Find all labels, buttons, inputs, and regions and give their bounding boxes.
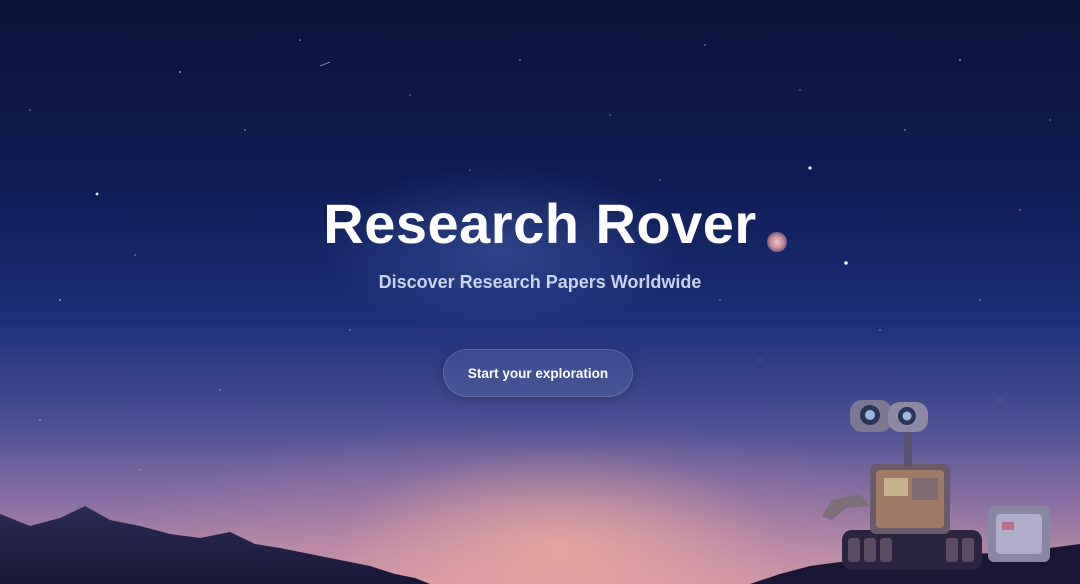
hero-scene: Research Rover Discover Research Papers … <box>0 0 1080 584</box>
page-subtitle: Discover Research Papers Worldwide <box>378 272 702 292</box>
page-title: Research Rover <box>323 192 757 255</box>
hero-content: Research Rover Discover Research Papers … <box>0 190 1080 294</box>
start-exploration-button[interactable]: Start your exploration <box>443 349 633 397</box>
robot-illustration-icon <box>750 400 1080 584</box>
mountain-silhouette-icon <box>0 506 430 584</box>
